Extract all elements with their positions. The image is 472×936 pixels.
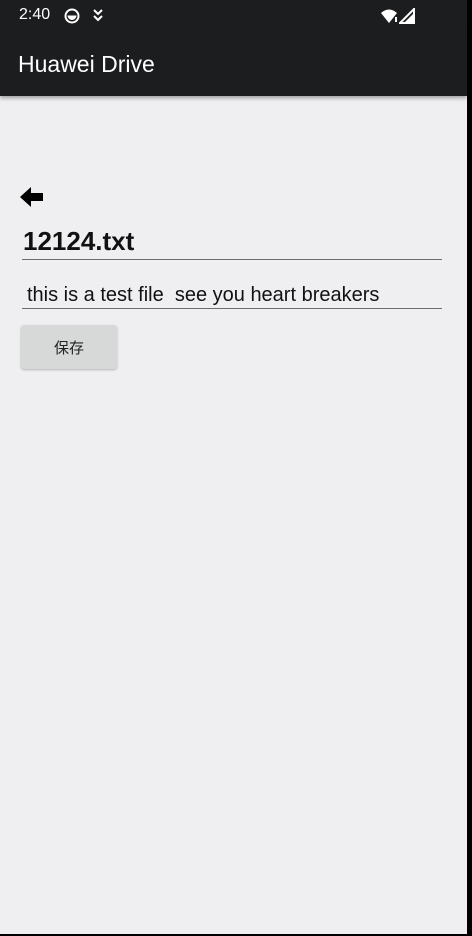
content-text: this is a test file see you heart breake… bbox=[27, 284, 380, 306]
status-time: 2:40 bbox=[19, 6, 51, 23]
status-bar: 2:40 bbox=[0, 0, 467, 33]
notification-icon bbox=[64, 8, 80, 24]
save-button[interactable]: 保存 bbox=[21, 325, 117, 369]
app-title: Huawei Drive bbox=[18, 51, 155, 77]
filename-text: 12124.txt bbox=[23, 226, 135, 256]
filename-field[interactable]: 12124.txt bbox=[22, 222, 442, 260]
back-arrow-icon bbox=[20, 187, 43, 207]
content-field[interactable]: this is a test file see you heart breake… bbox=[22, 279, 442, 309]
app-bar: Huawei Drive bbox=[0, 33, 467, 96]
download-icon bbox=[93, 9, 103, 22]
wifi-icon bbox=[381, 9, 397, 23]
screen: 2:40 Huawei Drive 12124.txt this is a te… bbox=[0, 0, 472, 936]
signal-icon bbox=[399, 8, 415, 24]
back-button[interactable] bbox=[17, 184, 47, 210]
